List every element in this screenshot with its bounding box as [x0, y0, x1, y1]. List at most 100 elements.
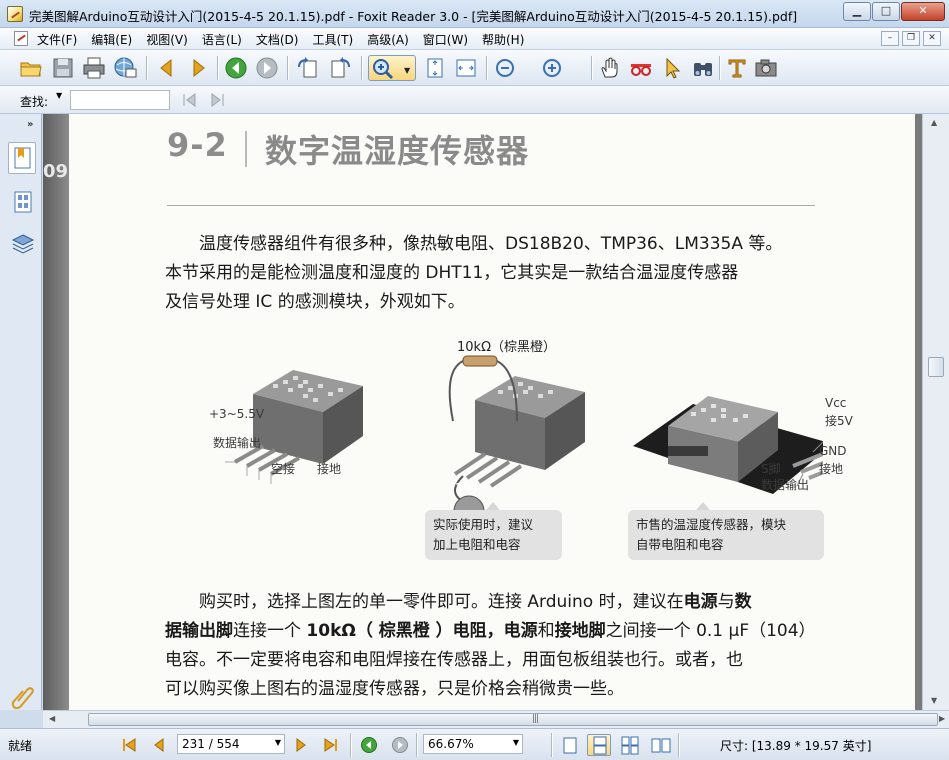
single-page-view-button[interactable]: [557, 734, 581, 756]
main-toolbar: ▼ ▼ ▼: [0, 50, 949, 120]
toolbar-separator: [719, 56, 721, 80]
callout-line: 实际使用时，建议: [433, 517, 534, 532]
facing-continuous-view-button[interactable]: [617, 734, 641, 756]
select-annotation-button[interactable]: [659, 55, 685, 81]
continuous-page-icon: [593, 736, 607, 755]
next-page-button[interactable]: [292, 736, 310, 754]
dht11-with-resistor: [448, 355, 585, 527]
find-next-icon: [211, 93, 224, 107]
bold-run: 数: [734, 592, 752, 612]
minimize-button[interactable]: ▁: [843, 2, 871, 21]
vertical-scroll-thumb[interactable]: [928, 357, 944, 377]
document-view[interactable]: 09 9-2 数字温湿度传感器 温度传感器组件有很多种，像热敏电阻、DS18B2…: [43, 114, 922, 710]
vcc-sub-label: 接5V: [825, 414, 853, 428]
doc-restore-button[interactable]: ❐: [902, 31, 920, 46]
select-text-button[interactable]: [628, 55, 654, 81]
save-button[interactable]: [50, 55, 76, 81]
menu-file[interactable]: 文件(F): [37, 31, 77, 48]
status-separator: [350, 733, 352, 757]
vertical-scrollbar[interactable]: ▲ ▼: [922, 114, 949, 710]
sensor-figure: 10kΩ（棕黑橙） +3~5.5V 数据输出 空接 接地 104 Vcc 接5V…: [163, 336, 853, 576]
rotate-left-button[interactable]: [295, 55, 321, 81]
doc-minimize-button[interactable]: –: [881, 31, 899, 46]
doc-close-button[interactable]: ✕: [923, 31, 941, 46]
layers-tab[interactable]: [8, 228, 36, 260]
find-previous-button[interactable]: [180, 92, 198, 108]
status-forward-button[interactable]: [391, 736, 409, 754]
last-page-icon: [324, 738, 337, 752]
fit-width-button[interactable]: [453, 55, 479, 81]
close-button[interactable]: ✕: [901, 2, 945, 21]
bookmarks-tab[interactable]: [8, 142, 36, 174]
chapter-tab-strip: [43, 114, 69, 710]
text-run: 和: [537, 621, 555, 641]
first-page-button[interactable]: [120, 736, 138, 754]
rotate-right-button[interactable]: [327, 55, 353, 81]
callout-line: 自带电阻和电容: [636, 537, 724, 552]
menu-advanced[interactable]: 高级(A): [367, 31, 409, 48]
circle-forward-icon: [392, 737, 408, 753]
status-back-button[interactable]: [360, 736, 378, 754]
document-icon[interactable]: [14, 31, 28, 46]
menu-help[interactable]: 帮助(H): [482, 31, 524, 48]
next-view-button[interactable]: [185, 55, 211, 81]
continuous-view-button[interactable]: [587, 734, 611, 756]
horizontal-scroll-thumb[interactable]: |||: [88, 713, 938, 726]
forward-button[interactable]: [254, 55, 280, 81]
signal-pin-label: S脚: [761, 462, 781, 476]
section-number: 9-2: [167, 126, 228, 164]
fit-page-button[interactable]: [422, 55, 448, 81]
layers-icon: [11, 234, 35, 254]
page-number-field[interactable]: 231 / 554 ▼: [177, 734, 285, 754]
menu-tools[interactable]: 工具(T): [312, 31, 353, 48]
hand-tool-button[interactable]: [597, 55, 623, 81]
find-options-dropdown-icon[interactable]: ▼: [56, 91, 62, 100]
zoom-out-button[interactable]: [492, 55, 518, 81]
horizontal-scrollbar[interactable]: ◀ ||| ▶: [43, 710, 949, 728]
back-button[interactable]: [223, 55, 249, 81]
toolbar-separator: [361, 56, 363, 80]
scroll-right-icon[interactable]: ▶: [939, 714, 945, 723]
page-dropdown-icon[interactable]: ▼: [275, 738, 281, 747]
zoom-in-button[interactable]: [539, 55, 565, 81]
snapshot-button[interactable]: [753, 55, 779, 81]
paragraph-line: 本节采用的是能检测温度和湿度的 DHT11，它其实是一款结合温湿度传感器: [165, 263, 739, 283]
previous-view-button[interactable]: [154, 55, 180, 81]
callout-right: 市售的温湿度传感器，模块 自带电阻和电容: [628, 510, 824, 560]
previous-page-button[interactable]: [150, 736, 168, 754]
zoom-tool-button[interactable]: ▼: [368, 55, 416, 81]
zoom-level-field[interactable]: 66.67% ▼: [423, 734, 523, 754]
menu-language[interactable]: 语言(L): [202, 31, 242, 48]
bookmark-page-icon: [14, 147, 31, 169]
expand-panel-icon[interactable]: »: [27, 119, 33, 130]
find-label: 查找:: [20, 95, 49, 109]
typewriter-button[interactable]: [724, 55, 750, 81]
gnd-label: GND: [819, 444, 847, 458]
find-next-button[interactable]: [209, 92, 227, 108]
scroll-up-icon[interactable]: ▲: [931, 118, 937, 127]
title-bar: 完美图解Arduino互动设计入门(2015-4-5 20.1.15).pdf …: [0, 0, 949, 28]
maximize-button[interactable]: □: [872, 2, 900, 21]
open-folder-icon: [20, 62, 42, 77]
last-page-button[interactable]: [322, 736, 340, 754]
menu-window[interactable]: 窗口(W): [423, 31, 468, 48]
scroll-down-icon[interactable]: ▼: [931, 696, 937, 705]
zoom-tool-dropdown-icon[interactable]: ▼: [404, 66, 410, 75]
open-button[interactable]: [18, 55, 44, 81]
zoom-dropdown-icon[interactable]: ▼: [513, 738, 519, 747]
no-connect-label: 空接: [271, 462, 296, 476]
pages-tab[interactable]: [8, 186, 36, 218]
menu-document[interactable]: 文档(D): [256, 31, 299, 48]
facing-view-button[interactable]: [648, 734, 672, 756]
email-button[interactable]: [112, 55, 138, 81]
bold-run: 接地脚: [554, 621, 606, 641]
find-input[interactable]: [70, 90, 170, 110]
menu-edit[interactable]: 编辑(E): [91, 31, 132, 48]
find-button[interactable]: [690, 55, 716, 81]
menu-view[interactable]: 视图(V): [146, 31, 188, 48]
paragraph-line: 温度传感器组件有很多种，像热敏电阻、DS18B20、TMP36、LM335A 等…: [165, 234, 783, 254]
data-output-label: 数据输出: [213, 436, 262, 450]
attachments-tab[interactable]: [8, 680, 36, 712]
print-button[interactable]: [81, 55, 107, 81]
scroll-left-icon[interactable]: ◀: [49, 714, 55, 723]
